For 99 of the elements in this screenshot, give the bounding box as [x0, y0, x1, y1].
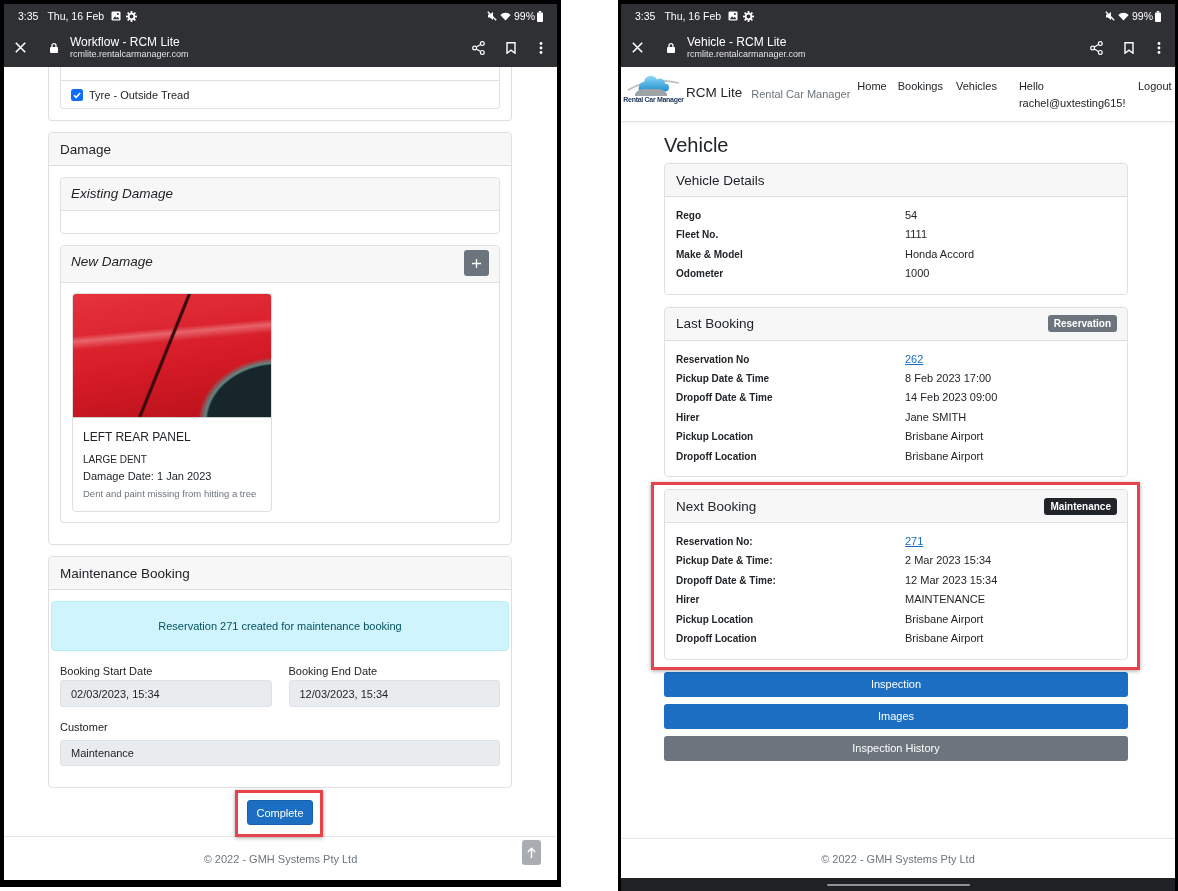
- status-badge: Maintenance: [1044, 497, 1117, 515]
- page-heading: Vehicle: [664, 133, 729, 157]
- damage-date: Damage Date: 1 Jan 2023: [83, 469, 212, 484]
- panel-title: Damage: [60, 141, 112, 157]
- damage-location: LEFT REAR PANEL: [83, 430, 191, 445]
- field-label: Pickup Date & Time:: [676, 554, 773, 569]
- footer-text: © 2022 - GMH Systems Pty Ltd: [821, 852, 975, 865]
- status-time: 3:35: [18, 10, 39, 22]
- card-title: Next Booking: [676, 498, 757, 514]
- field-value: 54: [905, 208, 918, 223]
- field-label: Pickup Location: [676, 612, 754, 627]
- page-url: rcmlite.rentalcarmanager.com: [70, 49, 189, 60]
- page-url: rcmlite.rentalcarmanager.com: [687, 49, 806, 60]
- field-value: Jane SMITH: [905, 409, 967, 425]
- field-label: Reservation No:: [676, 535, 753, 550]
- field-value: 1111: [905, 227, 928, 243]
- field-label: Fleet No.: [676, 228, 719, 243]
- more-icon[interactable]: [1157, 41, 1161, 54]
- action-button[interactable]: Images: [664, 703, 1128, 729]
- gear-icon: [126, 10, 138, 22]
- section-title: Existing Damage: [71, 186, 174, 202]
- field-label: Rego: [676, 209, 701, 223]
- field-label: Customer: [60, 720, 108, 735]
- close-icon[interactable]: [15, 42, 26, 53]
- bookmark-icon[interactable]: [506, 41, 516, 54]
- add-damage-button[interactable]: [464, 250, 489, 276]
- page-title: Vehicle - RCM Lite: [687, 35, 787, 49]
- card-title: Vehicle Details: [676, 172, 765, 188]
- complete-button[interactable]: Complete: [247, 800, 313, 825]
- checkbox[interactable]: [71, 88, 83, 101]
- plus-icon: [472, 258, 481, 268]
- up-arrow-icon: [527, 847, 536, 858]
- mute-icon: [487, 11, 497, 21]
- field-label: Dropoff Date & Time: [676, 391, 773, 406]
- checkbox-label: Tyre - Outside Tread: [89, 88, 190, 101]
- value-link[interactable]: 262: [905, 349, 924, 370]
- field-label: Dropoff Date & Time:: [676, 573, 776, 588]
- alert-message: Reservation 271 created for maintenance booking: [51, 601, 509, 651]
- field-label: Dropoff Location: [676, 632, 757, 647]
- status-time: 3:35: [635, 10, 656, 22]
- field-label: Hirer: [676, 410, 700, 425]
- card-title: Last Booking: [676, 316, 755, 332]
- field-value: 12 Mar 2023 15:34: [905, 572, 998, 588]
- nav-link[interactable]: Vehicles: [955, 78, 997, 95]
- status-date: Thu, 16 Feb: [47, 10, 105, 22]
- battery-level: 99%: [514, 10, 535, 22]
- field-value: 1000: [905, 266, 930, 282]
- field-label: Pickup Date & Time: [676, 372, 770, 387]
- battery-level: 99%: [1132, 10, 1153, 22]
- nav-link[interactable]: Home: [857, 78, 887, 95]
- field-label: Odometer: [676, 267, 724, 282]
- wifi-icon: [1118, 11, 1129, 21]
- battery-icon: [537, 10, 543, 22]
- status-date: Thu, 16 Feb: [664, 10, 722, 22]
- field-label: Booking Start Date: [60, 664, 153, 679]
- field-value: Brisbane Airport: [905, 611, 984, 627]
- lock-icon: [667, 42, 675, 53]
- share-icon[interactable]: [472, 40, 485, 55]
- image-icon: [111, 11, 122, 21]
- battery-icon: [1155, 10, 1161, 22]
- account-link[interactable]: Hello rachel@uxtesting615!: [1018, 78, 1131, 112]
- action-button[interactable]: Inspection: [664, 671, 1128, 697]
- status-badge: Reservation: [1047, 315, 1117, 333]
- more-icon[interactable]: [539, 41, 543, 54]
- tagline: Rental Car Manager: [751, 87, 851, 101]
- field-label: Pickup Location: [676, 430, 754, 445]
- field-value: Brisbane Airport: [905, 631, 984, 647]
- share-icon[interactable]: [1090, 40, 1103, 55]
- logout-link[interactable]: Logout: [1137, 78, 1172, 95]
- field-value: Brisbane Airport: [905, 448, 984, 464]
- section-title: New Damage: [71, 254, 153, 270]
- field-label: Hirer: [676, 593, 700, 608]
- close-icon[interactable]: [632, 42, 643, 53]
- damage-type: LARGE DENT: [83, 453, 147, 467]
- page-title: Workflow - RCM Lite: [70, 35, 180, 49]
- field-value: MAINTENANCE: [905, 592, 986, 608]
- mute-icon: [1105, 11, 1115, 21]
- field-label: Make & Model: [676, 247, 743, 262]
- field-value: 8 Feb 2023 17:00: [905, 371, 992, 387]
- gear-icon: [743, 10, 755, 22]
- brand-link[interactable]: RCM Lite: [686, 85, 743, 101]
- cloud-car-icon: [627, 76, 680, 96]
- lock-icon: [50, 42, 58, 53]
- value-link[interactable]: 271: [905, 532, 924, 552]
- nav-link[interactable]: Bookings: [897, 78, 943, 95]
- image-icon: [728, 11, 739, 21]
- field-label: Reservation No: [676, 352, 750, 367]
- damage-description: Dent and paint missing from hitting a tree: [83, 487, 257, 501]
- bookmark-icon[interactable]: [1124, 41, 1134, 54]
- panel-title: Maintenance Booking: [60, 565, 190, 581]
- field-value: Brisbane Airport: [905, 429, 984, 445]
- field-value: 14 Feb 2023 09:00: [905, 390, 998, 406]
- field-value: Honda Accord: [905, 246, 975, 262]
- field-value: 2 Mar 2023 15:34: [905, 553, 992, 569]
- field-label: Booking End Date: [288, 664, 378, 679]
- wifi-icon: [500, 11, 511, 21]
- footer-text: © 2022 - GMH Systems Pty Ltd: [203, 852, 358, 865]
- action-button[interactable]: Inspection History: [664, 735, 1128, 761]
- field-label: Dropoff Location: [676, 449, 757, 464]
